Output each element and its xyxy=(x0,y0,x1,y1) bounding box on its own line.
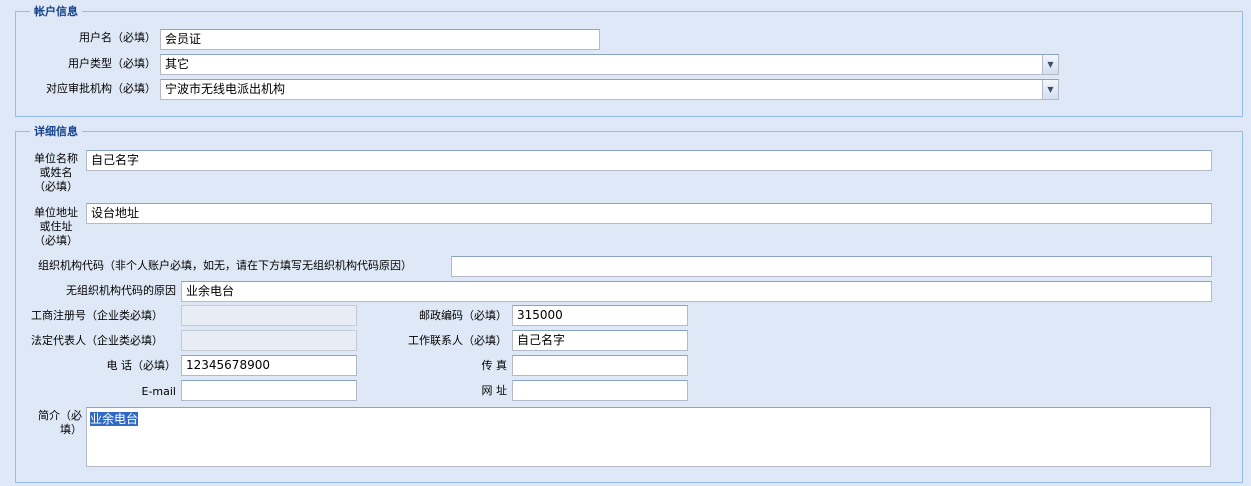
phone-input[interactable]: 12345678900 xyxy=(181,355,357,376)
address-label: 单位地址 或住址 （必填） xyxy=(30,206,82,248)
address-label-line: （必填） xyxy=(34,234,78,247)
website-label: 网 址 xyxy=(481,384,508,397)
biz-reg-input[interactable] xyxy=(181,305,357,326)
agency-label: 对应审批机构（必填） xyxy=(46,82,156,95)
detail-info-legend: 详细信息 xyxy=(30,125,82,138)
chevron-down-icon[interactable]: ▼ xyxy=(1042,80,1058,99)
username-label: 用户名（必填） xyxy=(79,31,156,44)
intro-label-line: 简介（必 xyxy=(38,409,82,422)
legal-rep-label: 法定代表人（企业类必填） xyxy=(31,334,163,347)
org-name-input[interactable]: 自己名字 xyxy=(86,150,1212,171)
legal-rep-input[interactable] xyxy=(181,330,357,351)
intro-selected-text: 业余电台 xyxy=(90,412,139,426)
user-type-value: 其它 xyxy=(165,57,190,71)
email-input[interactable] xyxy=(181,380,357,401)
org-code-input[interactable] xyxy=(451,256,1212,277)
intro-label-line: 填） xyxy=(60,423,82,436)
no-code-reason-input[interactable]: 业余电台 xyxy=(181,281,1212,302)
org-name-label: 单位名称 或姓名 （必填） xyxy=(30,152,82,194)
postcode-input[interactable]: 315000 xyxy=(512,305,688,326)
postcode-label: 邮政编码（必填） xyxy=(419,309,507,322)
intro-label: 简介（必 填） xyxy=(30,409,82,437)
username-input[interactable]: 会员证 xyxy=(160,29,600,50)
org-code-label: 组织机构代码（非个人账户必填，如无，请在下方填写无组织机构代码原因） xyxy=(38,259,412,272)
agency-select[interactable]: 宁波市无线电派出机构 ▼ xyxy=(160,79,1059,100)
phone-label: 电 话（必填） xyxy=(106,359,177,372)
intro-textarea[interactable]: 业余电台 xyxy=(86,407,1211,467)
address-input[interactable]: 设台地址 xyxy=(86,203,1212,224)
fax-label: 传 真 xyxy=(481,359,508,372)
address-label-line: 单位地址 xyxy=(34,206,78,219)
account-info-legend: 帐户信息 xyxy=(30,5,82,18)
email-label: E-mail xyxy=(141,385,177,398)
user-type-select[interactable]: 其它 ▼ xyxy=(160,54,1059,75)
org-name-label-line: （必填） xyxy=(34,180,78,193)
agency-value: 宁波市无线电派出机构 xyxy=(165,82,286,96)
no-code-reason-label: 无组织机构代码的原因 xyxy=(66,284,176,297)
website-input[interactable] xyxy=(512,380,688,401)
contact-input[interactable]: 自己名字 xyxy=(512,330,688,351)
org-name-label-line: 单位名称 xyxy=(34,152,78,165)
user-type-label: 用户类型（必填） xyxy=(68,57,156,70)
chevron-down-icon[interactable]: ▼ xyxy=(1042,55,1058,74)
address-label-line: 或住址 xyxy=(39,220,73,233)
fax-input[interactable] xyxy=(512,355,688,376)
org-name-label-line: 或姓名 xyxy=(39,166,73,179)
contact-label: 工作联系人（必填） xyxy=(408,334,507,347)
biz-reg-label: 工商注册号（企业类必填） xyxy=(31,309,163,322)
